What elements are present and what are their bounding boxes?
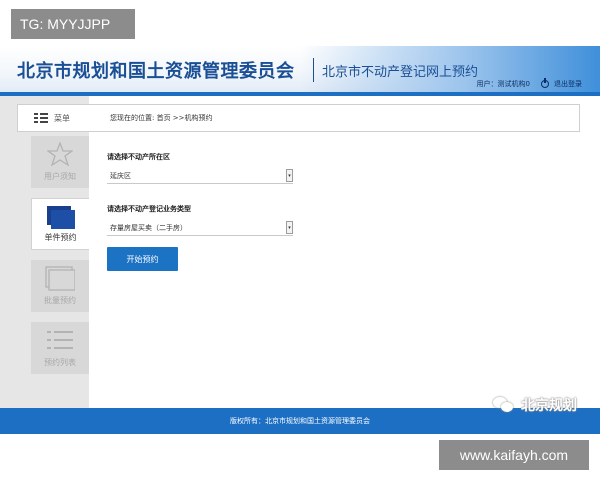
main-content: 您现在的位置: 首页 >>机构预约 请选择不动产所在区 延庆区 ▾ 请选择不动产… bbox=[89, 96, 600, 408]
batch-appointment-icon bbox=[45, 266, 76, 294]
bottom-watermark-tag: www.kaifayh.com bbox=[439, 440, 589, 470]
wechat-watermark: 北京规划 bbox=[493, 395, 577, 415]
district-select[interactable]: 延庆区 ▾ bbox=[107, 168, 293, 184]
copyright-text: 版权所有：北京市规划和国土资源管理委员会 bbox=[230, 417, 370, 425]
sidebar-item-label: 用户须知 bbox=[44, 172, 76, 181]
power-icon[interactable] bbox=[541, 78, 549, 88]
business-type-select[interactable]: 存量房屋买卖（二手房） ▾ bbox=[107, 220, 293, 236]
wechat-icon bbox=[493, 397, 515, 413]
app-window: 北京市规划和国土资源管理委员会 北京市不动产登记网上预约 用户：测试机构0 退出… bbox=[0, 46, 600, 434]
user-name: 用户：测试机构0 bbox=[476, 80, 530, 88]
sidebar-item-user-notice[interactable]: 用户须知 bbox=[31, 136, 89, 188]
sidebar-item-single-appointment[interactable]: 单件预约 bbox=[31, 198, 89, 250]
chevron-down-icon[interactable]: ▾ bbox=[286, 169, 293, 182]
breadcrumb: 您现在的位置: 首页 >>机构预约 bbox=[89, 104, 580, 132]
sidebar-item-appointment-list[interactable]: 预约列表 bbox=[31, 322, 89, 374]
district-select-value: 延庆区 bbox=[110, 171, 131, 180]
breadcrumb-text: 您现在的位置: 首页 >>机构预约 bbox=[110, 114, 213, 122]
list-icon bbox=[46, 328, 74, 354]
user-area: 用户：测试机构0 退出登录 bbox=[476, 78, 582, 89]
page-subtitle: 北京市不动产登记网上预约 bbox=[322, 65, 479, 80]
start-appointment-button[interactable]: 开始预约 bbox=[107, 247, 178, 271]
business-type-label: 请选择不动产登记业务类型 bbox=[107, 205, 191, 213]
menu-toggle[interactable]: 菜单 bbox=[17, 104, 89, 132]
star-icon bbox=[45, 141, 75, 168]
business-type-select-value: 存量房屋买卖（二手房） bbox=[110, 223, 187, 232]
sidebar-item-label: 批量预约 bbox=[44, 296, 76, 305]
menu-label: 菜单 bbox=[54, 113, 70, 123]
sidebar-item-label: 单件预约 bbox=[44, 233, 77, 242]
header: 北京市规划和国土资源管理委员会 北京市不动产登记网上预约 用户：测试机构0 退出… bbox=[0, 46, 600, 96]
sidebar: 菜单 用户须知 单件预约 批量预约 预约列表 bbox=[0, 96, 89, 408]
single-appointment-icon bbox=[46, 205, 76, 233]
top-watermark-tag: TG: MYYJJPP bbox=[11, 9, 135, 39]
sidebar-item-batch-appointment[interactable]: 批量预约 bbox=[31, 260, 89, 312]
chevron-down-icon[interactable]: ▾ bbox=[286, 221, 293, 234]
menu-icon bbox=[34, 112, 48, 124]
sidebar-item-label: 预约列表 bbox=[44, 358, 76, 367]
watermark-text: 北京规划 bbox=[521, 398, 577, 414]
logout-link[interactable]: 退出登录 bbox=[554, 79, 582, 89]
org-title: 北京市规划和国土资源管理委员会 bbox=[17, 61, 295, 82]
district-label: 请选择不动产所在区 bbox=[107, 153, 170, 161]
